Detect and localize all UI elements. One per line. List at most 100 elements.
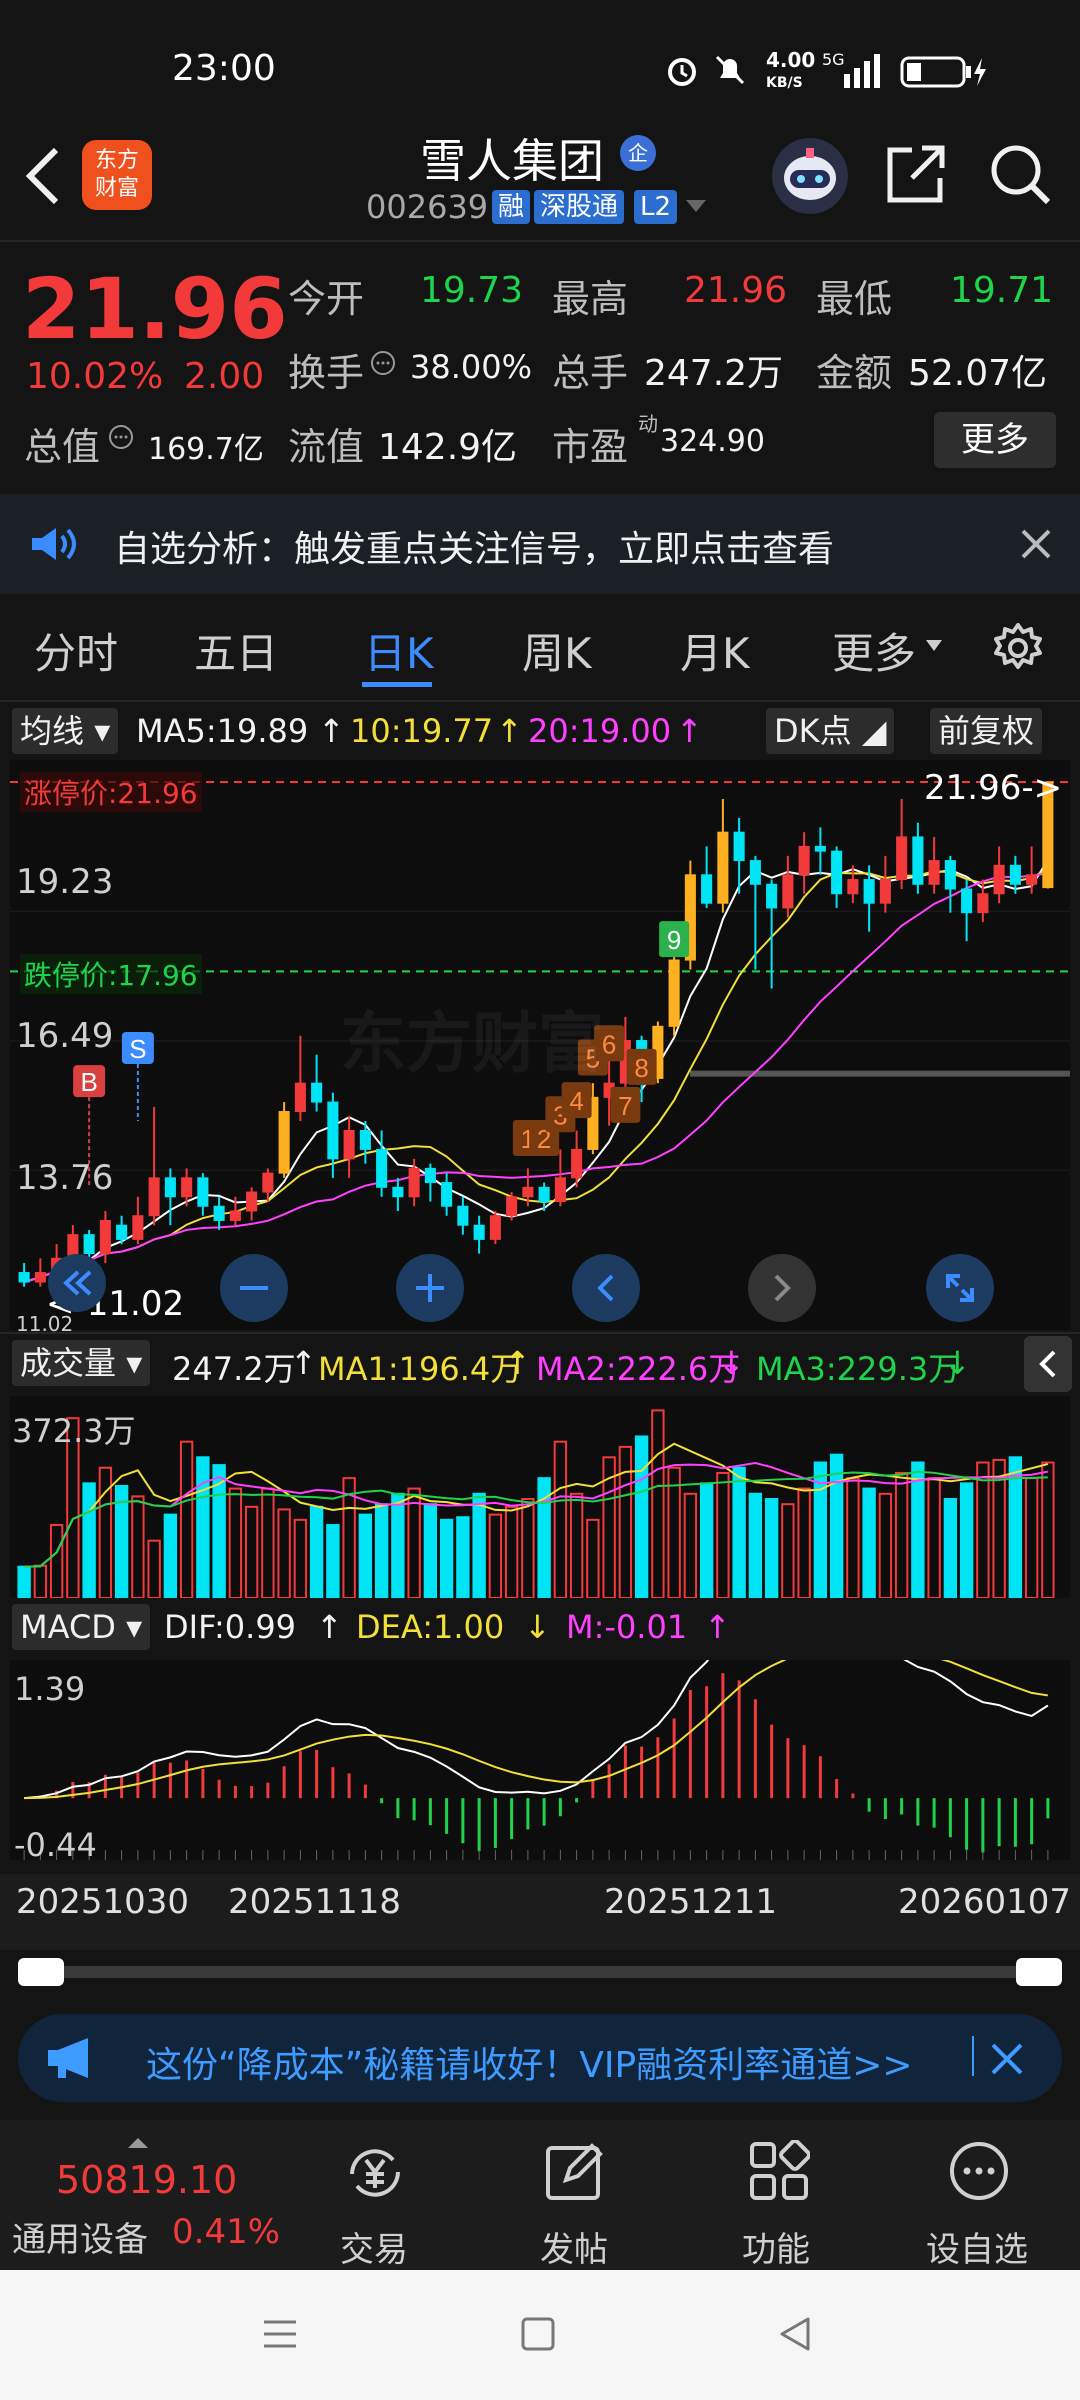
volume-bar (862, 1487, 876, 1598)
nav-functions[interactable]: 功能 (742, 2222, 810, 2271)
low-value: 19.71 (950, 270, 1054, 311)
collapse-panel-button[interactable] (1024, 1336, 1072, 1392)
tab-monthly-k[interactable]: 月K (680, 620, 750, 681)
tab-weekly-k[interactable]: 周K (522, 620, 592, 681)
down-arrow-icon: ↓ (718, 1344, 745, 1382)
candle (489, 1215, 501, 1240)
chevron-left-icon (597, 1274, 614, 1302)
chevron-left-icon (1039, 1350, 1056, 1378)
tag-l2: L2 (634, 190, 678, 224)
range-handle-right[interactable] (1016, 1958, 1062, 1986)
volume-chart[interactable] (10, 1396, 1070, 1598)
volume-bar (374, 1503, 389, 1598)
candle (278, 1111, 290, 1174)
candle (749, 860, 761, 885)
up-arrow-icon: ↑ (504, 1344, 531, 1382)
ma5-value: MA5:19.89 (136, 712, 309, 750)
volume-bar (959, 1482, 974, 1598)
volume-bar (17, 1565, 31, 1598)
robot-avatar-icon[interactable] (770, 136, 850, 216)
volume-bar (326, 1524, 340, 1598)
volume-bar (764, 1497, 779, 1598)
menu-icon[interactable] (262, 2316, 298, 2352)
volume-bar (358, 1513, 373, 1598)
index-percent[interactable]: 0.41% (172, 2212, 280, 2252)
search-icon[interactable] (988, 142, 1052, 206)
date-label: 20251211 (604, 1882, 778, 1922)
index-value[interactable]: 50819.10 (56, 2158, 237, 2202)
network-speed: 4.00 KB/S (766, 50, 815, 93)
index-name[interactable]: 通用设备 (12, 2212, 148, 2261)
candle (164, 1177, 176, 1198)
volume-bar (423, 1503, 438, 1598)
info-icon[interactable] (370, 350, 396, 376)
candle (473, 1224, 485, 1240)
mcap-value: 169.7亿 (148, 432, 264, 467)
macd-indicator-label: MACD (20, 1608, 116, 1646)
down-arrow-icon: ↓ (944, 1344, 971, 1382)
tab-more[interactable]: 更多 (832, 620, 916, 681)
gear-icon[interactable] (992, 622, 1044, 674)
close-icon[interactable] (1020, 528, 1052, 560)
candle (961, 888, 973, 914)
logo-text-bottom: 财富 (94, 176, 139, 201)
float-label: 流值 (288, 425, 365, 469)
nav-trade[interactable]: 交易 (340, 2222, 408, 2271)
adjust-button[interactable]: 前复权 (930, 708, 1043, 754)
scroll-left-button[interactable] (572, 1254, 640, 1322)
candle (879, 879, 891, 904)
candle (34, 1272, 46, 1283)
up-arrow-icon: ↑ (318, 712, 345, 750)
more-button[interactable]: 更多 (934, 412, 1056, 468)
enterprise-badge: 企 (620, 135, 656, 171)
share-icon[interactable] (884, 142, 948, 206)
macd-chart[interactable] (10, 1660, 1070, 1860)
active-tab-indicator (362, 682, 432, 687)
scroll-right-button[interactable] (748, 1254, 816, 1322)
caret-down-icon (926, 640, 942, 651)
tab-five-day[interactable]: 五日 (194, 620, 278, 681)
back-icon[interactable] (22, 146, 66, 206)
tab-daily-k[interactable]: 日K (364, 620, 434, 681)
fullscreen-button[interactable] (926, 1254, 994, 1322)
double-left-icon (63, 1270, 92, 1296)
change-amount: 2.00 (184, 356, 265, 397)
float-value: 142.9亿 (378, 427, 518, 468)
expand-icon (946, 1274, 974, 1302)
info-icon[interactable] (108, 424, 134, 450)
macd-indicator-dropdown[interactable]: MACD ▾ (12, 1604, 151, 1650)
y-axis-label: 16.49 (16, 1016, 114, 1056)
volume-bar (732, 1466, 746, 1598)
chevron-down-icon[interactable] (686, 200, 706, 214)
pe-dynamic-mark: 动 (638, 412, 658, 436)
ma-indicator-dropdown[interactable]: 均线 ▾ (12, 708, 119, 754)
back-triangle-icon[interactable] (778, 2316, 814, 2352)
zoom-in-button[interactable] (396, 1254, 464, 1322)
scroll-left-fast-button[interactable] (48, 1254, 106, 1312)
notice-text[interactable]: 自选分析：触发重点关注信号，立即点击查看 (114, 520, 834, 572)
dk-point-button[interactable]: DK点 ◢ (766, 708, 895, 754)
candle (213, 1205, 225, 1221)
nav-post[interactable]: 发帖 (540, 2222, 608, 2271)
close-icon[interactable] (990, 2042, 1024, 2076)
zoom-out-button[interactable] (220, 1254, 288, 1322)
promo-banner-text[interactable]: 这份“降成本”秘籍请收好！VIP融资利率通道>> (146, 2036, 913, 2088)
sequence-marker-label: 6 (602, 1029, 616, 1059)
macd-top-label: 1.39 (14, 1670, 86, 1708)
volume-bar (829, 1453, 844, 1598)
megaphone-icon (48, 2038, 88, 2078)
macd-dif: DIF:0.99 (164, 1608, 297, 1646)
volume-bar (699, 1482, 714, 1598)
range-handle-left[interactable] (18, 1958, 64, 1986)
nav-add-watchlist[interactable]: 设自选 (926, 2222, 1028, 2271)
ma20-value: 20:19.00 (528, 712, 672, 750)
tab-intraday[interactable]: 分时 (34, 620, 118, 681)
amount-label: 金额 (816, 351, 893, 395)
home-icon[interactable] (520, 2316, 556, 2352)
range-track[interactable] (20, 1966, 1060, 1978)
volume-indicator-dropdown[interactable]: 成交量 ▾ (12, 1340, 151, 1386)
candle (766, 883, 778, 909)
banner-divider (972, 2036, 974, 2076)
logo-text-top: 东方 (94, 148, 139, 173)
candle (408, 1167, 420, 1198)
